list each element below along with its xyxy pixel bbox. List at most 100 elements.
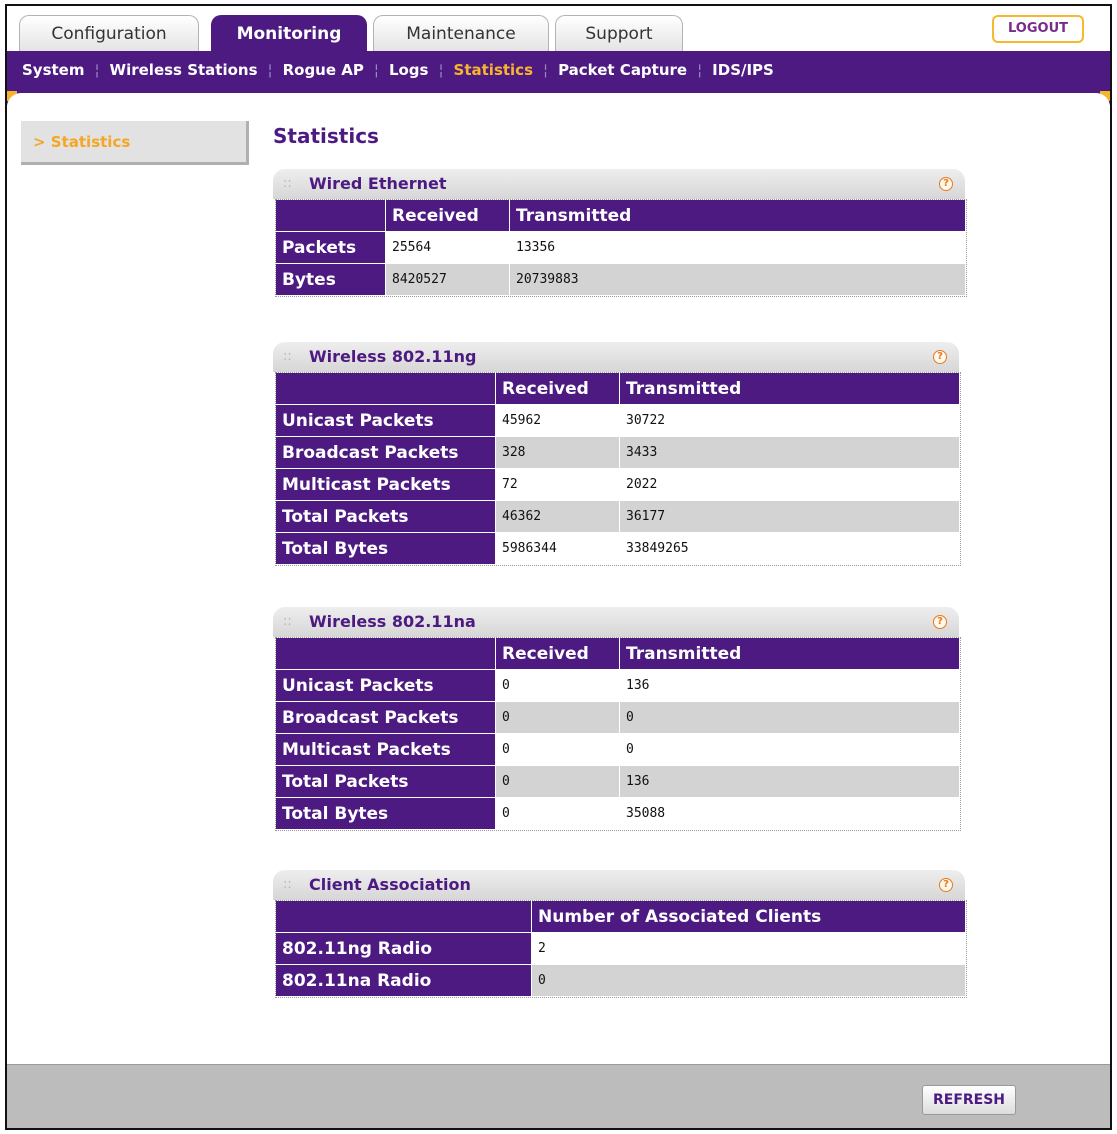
row-label: Broadcast Packets bbox=[276, 437, 496, 469]
transmitted-value: 0 bbox=[620, 702, 960, 734]
app-frame: Configuration Monitoring Maintenance Sup… bbox=[5, 4, 1112, 1130]
section-title: Wireless 802.11na bbox=[309, 612, 476, 631]
tab-configuration[interactable]: Configuration bbox=[19, 15, 199, 51]
row-label: Multicast Packets bbox=[276, 469, 496, 501]
table-row: Bytes 8420527 20739883 bbox=[276, 264, 966, 296]
column-header-transmitted: Transmitted bbox=[510, 200, 966, 232]
column-header-associated-clients: Number of Associated Clients bbox=[532, 901, 966, 933]
refresh-button[interactable]: REFRESH bbox=[922, 1085, 1016, 1115]
drag-handle-icon: :: bbox=[283, 349, 292, 364]
help-icon[interactable]: ? bbox=[939, 878, 953, 892]
received-value: 8420527 bbox=[386, 264, 510, 296]
row-label: Unicast Packets bbox=[276, 670, 496, 702]
table-row: Broadcast Packets 0 0 bbox=[276, 702, 960, 734]
received-value: 0 bbox=[496, 766, 620, 798]
section-wireless-na: :: Wireless 802.11na ? Received Transmit… bbox=[273, 607, 961, 831]
transmitted-value: 33849265 bbox=[620, 533, 960, 565]
column-header-received: Received bbox=[496, 638, 620, 670]
table-row: Multicast Packets 0 0 bbox=[276, 734, 960, 766]
tab-monitoring[interactable]: Monitoring bbox=[211, 15, 367, 52]
row-label: Bytes bbox=[276, 264, 386, 296]
table-row: Total Bytes 5986344 33849265 bbox=[276, 533, 960, 565]
table-row: Multicast Packets 72 2022 bbox=[276, 469, 960, 501]
table-row: 802.11ng Radio 2 bbox=[276, 933, 966, 965]
subnav-separator: ¦ bbox=[543, 61, 549, 79]
received-value: 72 bbox=[496, 469, 620, 501]
subnav-separator: ¦ bbox=[94, 61, 100, 79]
table-row: Packets 25564 13356 bbox=[276, 232, 966, 264]
row-label: Multicast Packets bbox=[276, 734, 496, 766]
row-label: Total Packets bbox=[276, 766, 496, 798]
received-value: 328 bbox=[496, 437, 620, 469]
tab-bar: Configuration Monitoring Maintenance Sup… bbox=[7, 6, 1110, 52]
transmitted-value: 35088 bbox=[620, 798, 960, 830]
drag-handle-icon: :: bbox=[283, 176, 292, 191]
subnav-separator: ¦ bbox=[438, 61, 444, 79]
row-label: 802.11na Radio bbox=[276, 965, 532, 997]
page-title: Statistics bbox=[273, 124, 379, 148]
drag-handle-icon: :: bbox=[283, 877, 292, 892]
tab-maintenance[interactable]: Maintenance bbox=[373, 15, 549, 51]
column-header-transmitted: Transmitted bbox=[620, 638, 960, 670]
received-value: 46362 bbox=[496, 501, 620, 533]
received-value: 0 bbox=[496, 702, 620, 734]
table-header-row: Received Transmitted bbox=[276, 200, 966, 232]
wireless-ng-table: Received Transmitted Unicast Packets 459… bbox=[275, 372, 961, 566]
row-label: Broadcast Packets bbox=[276, 702, 496, 734]
corner-header-cell bbox=[276, 901, 532, 933]
sub-navigation: System ¦ Wireless Stations ¦ Rogue AP ¦ … bbox=[7, 51, 1110, 107]
help-icon[interactable]: ? bbox=[933, 350, 947, 364]
transmitted-value: 2022 bbox=[620, 469, 960, 501]
help-icon[interactable]: ? bbox=[933, 615, 947, 629]
subnav-statistics[interactable]: Statistics bbox=[454, 61, 533, 79]
section-title: Wireless 802.11ng bbox=[309, 347, 477, 366]
section-title: Wired Ethernet bbox=[309, 174, 447, 193]
transmitted-value: 20739883 bbox=[510, 264, 966, 296]
received-value: 5986344 bbox=[496, 533, 620, 565]
subnav-wireless-stations[interactable]: Wireless Stations bbox=[110, 61, 258, 79]
received-value: 45962 bbox=[496, 405, 620, 437]
transmitted-value: 0 bbox=[620, 734, 960, 766]
row-label: Packets bbox=[276, 232, 386, 264]
section-header: :: Wireless 802.11na ? bbox=[273, 607, 959, 637]
subnav-system[interactable]: System bbox=[22, 61, 84, 79]
transmitted-value: 136 bbox=[620, 670, 960, 702]
tab-support[interactable]: Support bbox=[555, 15, 683, 51]
footer-bar: REFRESH bbox=[7, 1064, 1110, 1128]
table-row: Broadcast Packets 328 3433 bbox=[276, 437, 960, 469]
logout-button[interactable]: LOGOUT bbox=[992, 15, 1084, 43]
table-row: Unicast Packets 45962 30722 bbox=[276, 405, 960, 437]
table-header-row: Received Transmitted bbox=[276, 638, 960, 670]
column-header-received: Received bbox=[386, 200, 510, 232]
section-wireless-ng: :: Wireless 802.11ng ? Received Transmit… bbox=[273, 342, 961, 566]
sidebar-item-statistics[interactable]: > Statistics bbox=[21, 121, 249, 165]
content-top-curve bbox=[7, 93, 1110, 107]
received-value: 0 bbox=[496, 670, 620, 702]
subnav-packet-capture[interactable]: Packet Capture bbox=[558, 61, 687, 79]
subnav-rogue-ap[interactable]: Rogue AP bbox=[283, 61, 364, 79]
table-row: Total Packets 46362 36177 bbox=[276, 501, 960, 533]
wireless-na-table: Received Transmitted Unicast Packets 0 1… bbox=[275, 637, 961, 831]
corner-header-cell bbox=[276, 638, 496, 670]
subnav-logs[interactable]: Logs bbox=[389, 61, 429, 79]
client-association-table: Number of Associated Clients 802.11ng Ra… bbox=[275, 900, 967, 998]
table-row: Unicast Packets 0 136 bbox=[276, 670, 960, 702]
row-label: Total Bytes bbox=[276, 533, 496, 565]
transmitted-value: 3433 bbox=[620, 437, 960, 469]
received-value: 25564 bbox=[386, 232, 510, 264]
section-header: :: Client Association ? bbox=[273, 870, 965, 900]
subnav-separator: ¦ bbox=[697, 61, 703, 79]
subnav-separator: ¦ bbox=[267, 61, 273, 79]
received-value: 0 bbox=[496, 734, 620, 766]
corner-header-cell bbox=[276, 373, 496, 405]
drag-handle-icon: :: bbox=[283, 614, 292, 629]
row-label: 802.11ng Radio bbox=[276, 933, 532, 965]
section-header: :: Wired Ethernet ? bbox=[273, 169, 965, 199]
row-label: Total Packets bbox=[276, 501, 496, 533]
subnav-ids-ips[interactable]: IDS/IPS bbox=[712, 61, 774, 79]
help-icon[interactable]: ? bbox=[939, 177, 953, 191]
wired-ethernet-table: Received Transmitted Packets 25564 13356… bbox=[275, 199, 967, 297]
transmitted-value: 136 bbox=[620, 766, 960, 798]
table-header-row: Received Transmitted bbox=[276, 373, 960, 405]
received-value: 0 bbox=[496, 798, 620, 830]
